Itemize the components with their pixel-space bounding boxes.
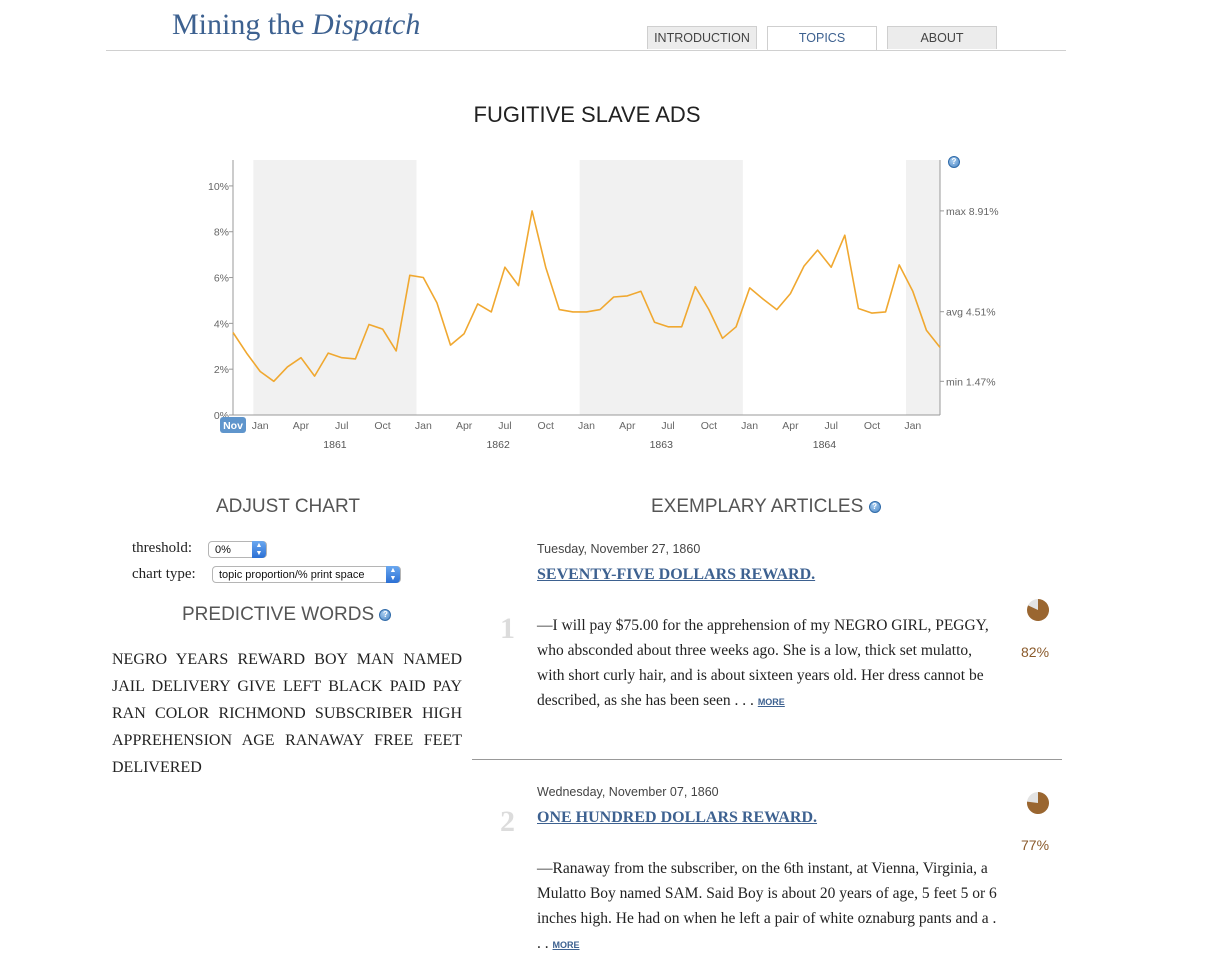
chart-type-select[interactable]: topic proportion/% print space ▲ ▼	[212, 566, 401, 583]
x-tick-label: Jan	[578, 420, 595, 432]
predictive-words-heading: PREDICTIVE WORDS ?	[182, 604, 392, 626]
article-title-link[interactable]: SEVENTY-FIVE DOLLARS REWARD.	[537, 566, 815, 584]
x-tick-label: Oct	[701, 420, 717, 432]
x-tick-label: Apr	[782, 420, 799, 432]
year-label: 1861	[323, 439, 347, 451]
relevance-pie-icon	[1027, 599, 1050, 621]
topic-line-chart: 0%2%4%6%8%10%Nov Jan Apr Jul Oct Jan Apr Jul Oct…	[208, 160, 999, 451]
x-tick-label: Apr	[293, 420, 310, 432]
site-title-italic: Dispatch	[312, 8, 421, 41]
predictive-words-heading-text: PREDICTIVE WORDS	[182, 604, 375, 625]
chart-type-select-value: topic proportion/% print space	[219, 569, 365, 581]
adjust-chart-heading: ADJUST CHART	[216, 496, 360, 517]
year-label: 1864	[813, 439, 837, 451]
article-date: Wednesday, November 07, 1860	[537, 785, 719, 799]
article-rank: 1	[500, 612, 515, 645]
threshold-select[interactable]: 0% ▲ ▼	[208, 541, 267, 558]
article-relevance-percent: 82%	[1021, 644, 1050, 660]
chart-title: FUGITIVE SLAVE ADS	[473, 102, 701, 127]
x-tick-label: Jan	[415, 420, 432, 432]
relevance-pie-icon	[1027, 792, 1050, 814]
predictive-words-list: NEGRO YEARS REWARD BOY MAN NAMED JAIL DE…	[112, 651, 462, 776]
tab-introduction[interactable]: INTRODUCTION	[647, 26, 757, 49]
exemplary-articles-heading-text: EXEMPLARY ARTICLES	[651, 496, 864, 517]
y-tick-label: 2%	[214, 364, 229, 376]
avg-label: avg 4.51%	[946, 307, 996, 319]
x-tick-label: Jul	[335, 420, 348, 432]
y-tick-label: 10%	[208, 181, 229, 193]
article-relevance-percent: 77%	[1021, 837, 1050, 853]
x-tick-label: Jan	[904, 420, 921, 432]
more-link[interactable]: MORE	[553, 940, 580, 950]
x-tick-label: Jan	[741, 420, 758, 432]
article-excerpt-text: —Ranaway from the subscriber, on the 6th…	[537, 860, 997, 952]
x-tick-label: Apr	[456, 420, 473, 432]
threshold-label: threshold:	[132, 540, 192, 556]
x-tick-label: Jan	[252, 420, 269, 432]
article-date: Tuesday, November 27, 1860	[537, 542, 701, 556]
x-tick-label: Oct	[374, 420, 390, 432]
y-tick-label: 6%	[214, 273, 229, 285]
predictive-help-icon[interactable]: ?	[379, 608, 392, 621]
article-title-link[interactable]: ONE HUNDRED DOLLARS REWARD.	[537, 809, 817, 827]
y-tick-label: 4%	[214, 318, 229, 330]
select-arrows-icon: ▲ ▼	[252, 541, 266, 558]
min-label: min 1.47%	[946, 376, 996, 388]
x-tick-label: Apr	[619, 420, 636, 432]
max-label: max 8.91%	[946, 206, 999, 218]
article-excerpt: —Ranaway from the subscriber, on the 6th…	[537, 856, 999, 958]
article-excerpt-text: —I will pay $75.00 for the apprehension …	[537, 617, 989, 709]
x-tick-label: Oct	[538, 420, 554, 432]
x-tick-label: Jul	[661, 420, 674, 432]
site-title-main: Mining the	[172, 8, 312, 41]
chart-help-icon[interactable]: ?	[948, 156, 960, 168]
x-tick-label: Jul	[825, 420, 838, 432]
chart-type-label: chart type:	[132, 566, 196, 582]
article-divider	[472, 759, 1062, 760]
x-tick-label: Nov	[223, 420, 243, 432]
exemplary-articles-heading: EXEMPLARY ARTICLES ?	[651, 496, 881, 518]
more-link[interactable]: MORE	[758, 697, 785, 707]
y-tick-label: 8%	[214, 227, 229, 239]
tab-topics[interactable]: TOPICS	[767, 26, 877, 51]
article-excerpt: —I will pay $75.00 for the apprehension …	[537, 613, 999, 715]
article-rank: 2	[500, 805, 515, 838]
site-title[interactable]: Mining the Dispatch	[172, 8, 420, 42]
header-divider	[106, 50, 1066, 51]
year-label: 1863	[650, 439, 674, 451]
exemplary-help-icon[interactable]: ?	[868, 500, 881, 513]
threshold-select-value: 0%	[215, 544, 231, 556]
year-band	[579, 160, 743, 415]
x-tick-label: Oct	[864, 420, 880, 432]
year-label: 1862	[486, 439, 510, 451]
select-arrows-icon: ▲ ▼	[386, 566, 400, 583]
tab-about[interactable]: ABOUT	[887, 26, 997, 49]
x-tick-label: Jul	[498, 420, 511, 432]
